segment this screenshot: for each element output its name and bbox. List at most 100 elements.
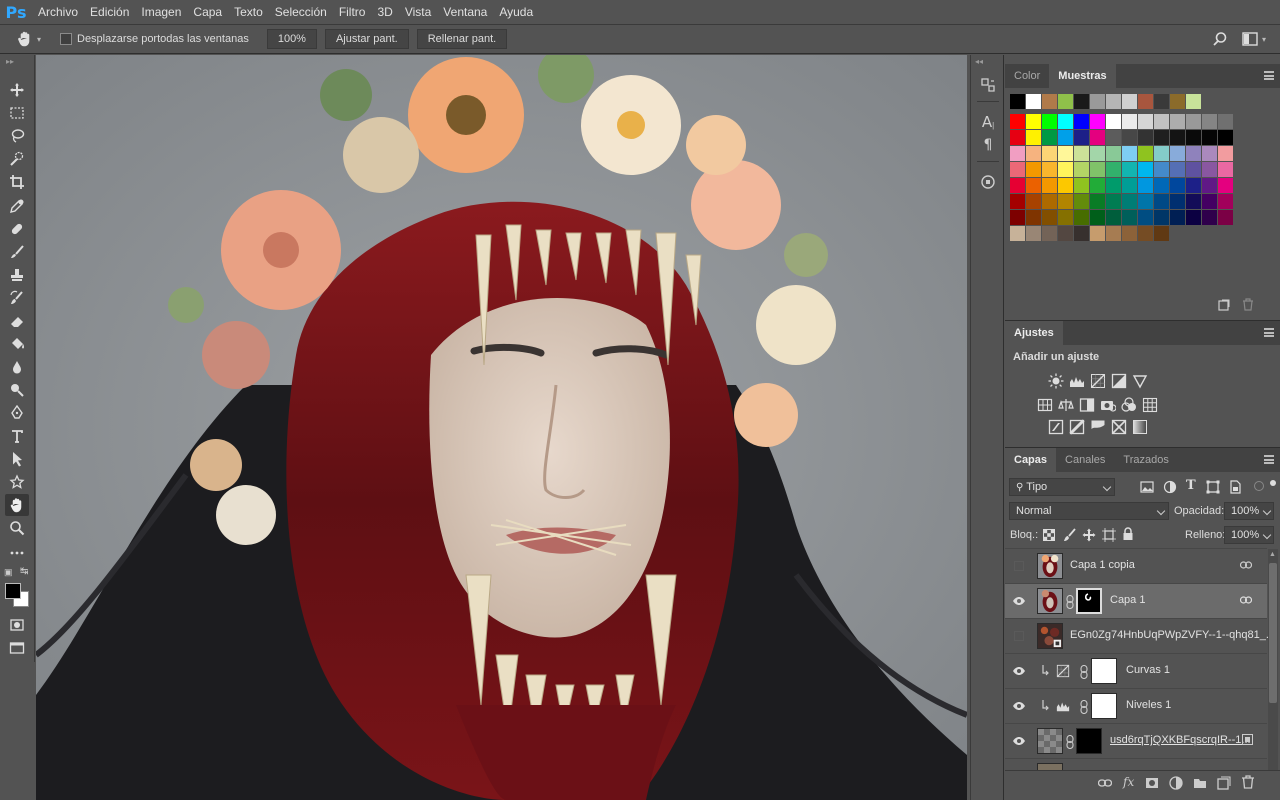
scroll-all-windows-checkbox[interactable]: Desplazarse portodas las ventanas [60,33,249,45]
collapse-arrows-icon[interactable]: ◂◂ [975,57,983,66]
chain-link-icon[interactable] [1066,595,1074,609]
color-swatch[interactable] [1218,114,1233,129]
menu-imagen[interactable]: Imagen [135,0,187,24]
color-swatch[interactable] [1138,178,1153,193]
color-swatch[interactable] [1186,146,1201,161]
search-icon[interactable] [1212,31,1228,50]
delete-swatch-icon[interactable] [1242,298,1254,314]
color-swatch[interactable] [1170,194,1185,209]
channel-mixer-icon[interactable] [1121,397,1137,413]
color-swatch[interactable] [1074,194,1089,209]
tab-adjustments[interactable]: Ajustes [1005,321,1063,345]
levels-icon[interactable] [1069,373,1085,389]
lock-all-icon[interactable] [1122,527,1134,541]
color-swatch[interactable] [1170,114,1185,129]
color-swatch[interactable] [1106,226,1121,241]
layer-style-icon[interactable]: fx [1123,775,1134,789]
color-swatch[interactable] [1202,114,1217,129]
color-swatch[interactable] [1090,210,1105,225]
color-swatch[interactable] [1186,114,1201,129]
color-swatch[interactable] [1106,146,1121,161]
color-swatch[interactable] [1090,130,1105,145]
color-swatch[interactable] [1218,130,1233,145]
menu-edicion[interactable]: Edición [84,0,135,24]
layer-filter-dropdown[interactable]: ⚲ Tipo [1009,478,1115,496]
filter-pixel-icon[interactable] [1140,480,1154,494]
color-swatch[interactable] [1106,162,1121,177]
layer-mask-thumbnail[interactable] [1091,658,1117,684]
brightness-contrast-icon[interactable] [1048,373,1064,389]
color-swatch[interactable] [1026,178,1041,193]
panel-menu-icon[interactable] [1264,328,1274,337]
brush-tool-icon[interactable] [5,241,29,263]
color-swatch[interactable] [1154,210,1169,225]
chain-link-icon[interactable] [1080,700,1088,714]
eyedropper-tool-icon[interactable] [5,195,29,217]
color-swatch[interactable] [1010,130,1025,145]
color-swatch[interactable] [1154,114,1169,129]
color-swatch[interactable] [1170,210,1185,225]
type-tool-icon[interactable] [5,425,29,447]
layer-row[interactable]: Curvas 1 [1005,653,1267,688]
more-tools-icon[interactable] [5,542,29,564]
recent-swatch[interactable] [1026,94,1041,109]
color-swatch[interactable] [1042,178,1057,193]
color-swatch[interactable] [1090,178,1105,193]
color-swatch[interactable] [1122,210,1137,225]
color-swatch[interactable] [1138,210,1153,225]
color-swatch[interactable] [1090,226,1105,241]
zoom-100-button[interactable]: 100% [266,29,317,49]
recent-swatch[interactable] [1058,94,1073,109]
color-swatch[interactable] [1122,226,1137,241]
opacity-field[interactable]: 100% [1224,502,1274,520]
menu-archivo[interactable]: Archivo [32,0,84,24]
color-swatch[interactable] [1218,194,1233,209]
layer-row[interactable]: usd6rqTjQXKBFqscrqIR--1... [1005,723,1267,758]
menu-3d[interactable]: 3D [371,0,398,24]
color-swatch[interactable] [1138,226,1153,241]
character-panel-icon[interactable]: A | [975,110,1001,134]
color-swatch[interactable] [1042,226,1057,241]
color-swatch[interactable] [1058,226,1073,241]
color-swatch[interactable] [1026,114,1041,129]
color-swatch[interactable] [1042,162,1057,177]
color-swatch[interactable] [1090,194,1105,209]
color-swatch[interactable] [1122,146,1137,161]
recent-swatch[interactable] [1154,94,1169,109]
layer-mask-thumbnail[interactable] [1076,728,1102,754]
color-swatch[interactable] [1170,130,1185,145]
new-swatch-icon[interactable] [1218,299,1230,314]
color-swatch[interactable] [1042,194,1057,209]
color-swatch[interactable] [1026,130,1041,145]
color-swatch[interactable] [1202,210,1217,225]
color-swatch[interactable] [1074,178,1089,193]
chain-link-icon[interactable] [1066,735,1074,749]
color-swatch[interactable] [1058,162,1073,177]
posterize-icon[interactable] [1069,419,1085,435]
color-swatch[interactable] [1106,194,1121,209]
color-swatch[interactable] [1138,194,1153,209]
add-mask-icon[interactable] [1145,776,1159,790]
black-white-icon[interactable] [1079,397,1095,413]
lock-artboard-icon[interactable] [1102,528,1116,542]
hue-saturation-icon[interactable] [1037,397,1053,413]
recent-swatch[interactable] [1138,94,1153,109]
color-swatch[interactable] [1058,178,1073,193]
lasso-tool-icon[interactable] [5,125,29,147]
tab-color[interactable]: Color [1005,64,1049,88]
layer-row[interactable]: Capa 1 copia [1005,548,1267,583]
color-swatch[interactable] [1026,194,1041,209]
color-swatch[interactable] [1154,162,1169,177]
curves-icon[interactable] [1090,373,1106,389]
dodge-tool-icon[interactable] [5,379,29,401]
color-swatch[interactable] [1058,146,1073,161]
fit-screen-button[interactable]: Ajustar pant. [324,29,409,49]
healing-brush-tool-icon[interactable] [5,218,29,240]
move-tool-icon[interactable] [5,79,29,101]
color-swatch[interactable] [1218,178,1233,193]
color-swatch[interactable] [1106,114,1121,129]
color-swatch[interactable] [1106,178,1121,193]
menu-filtro[interactable]: Filtro [333,0,372,24]
photo-filter-icon[interactable] [1100,397,1116,413]
blur-tool-icon[interactable] [5,356,29,378]
